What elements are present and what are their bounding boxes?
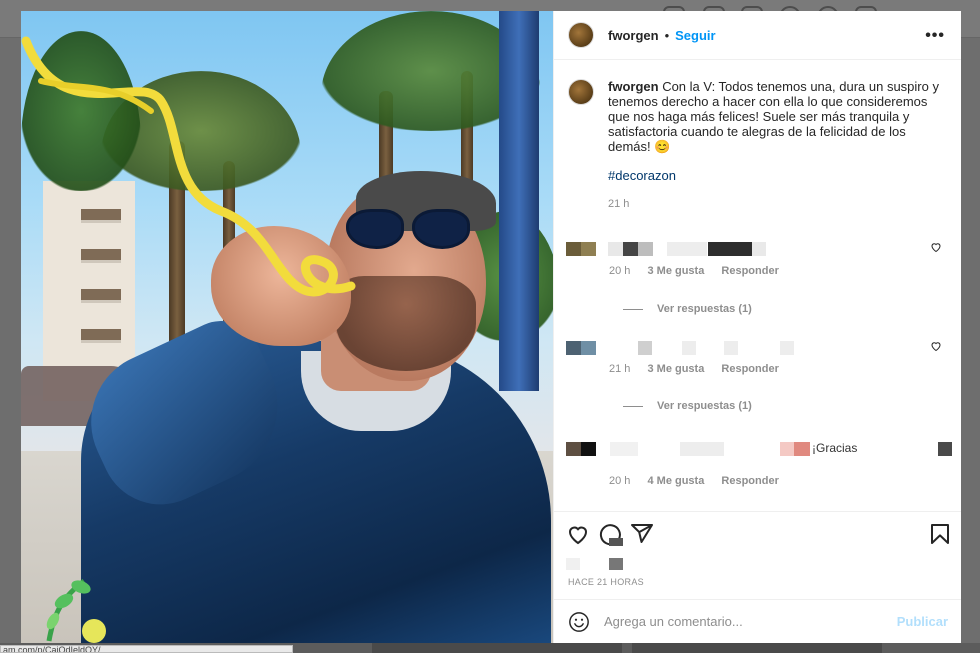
background-tile <box>372 643 622 653</box>
reply-button[interactable]: Responder <box>721 475 778 487</box>
view-replies-button[interactable]: Ver respuestas (1) <box>623 303 752 315</box>
status-bar-url: am.com/p/CajOdIeldOY/ <box>0 645 293 653</box>
comment-likes[interactable]: 3 Me gusta <box>647 363 704 375</box>
emoji-icon[interactable] <box>568 611 590 633</box>
caption-hashtag[interactable]: #decorazon <box>608 168 948 183</box>
publish-button[interactable]: Publicar <box>897 614 948 629</box>
more-icon[interactable]: ••• <box>925 27 945 45</box>
caption-avatar[interactable] <box>568 79 594 105</box>
comment-time: 20 h <box>609 475 631 487</box>
comment-time: 20 h <box>609 265 631 277</box>
comment-avatar[interactable] <box>566 242 596 256</box>
posted-time: HACE 21 HORAS <box>568 577 644 587</box>
avatar[interactable] <box>568 22 594 48</box>
comment-avatar[interactable] <box>566 341 596 355</box>
post-modal: fworgen • Seguir ••• fworgen Con la V: T… <box>21 11 961 643</box>
background-tile <box>632 643 882 653</box>
caption-username[interactable]: fworgen <box>608 79 659 94</box>
blurred-like-avatar <box>609 558 623 570</box>
like-heart-icon[interactable] <box>930 340 942 352</box>
post-caption: fworgen Con la V: Todos tenemos una, dur… <box>568 79 948 212</box>
comment-time: 21 h <box>609 363 631 375</box>
like-heart-icon[interactable] <box>930 241 942 253</box>
comment-avatar[interactable] <box>566 442 596 456</box>
post-actions: HACE 21 HORAS <box>554 511 961 599</box>
heart-icon[interactable] <box>566 522 590 546</box>
comments-list[interactable]: fworgen Con la V: Todos tenemos una, dur… <box>554 61 961 511</box>
blurred-like-avatar <box>609 538 623 546</box>
comment-likes[interactable]: 3 Me gusta <box>647 265 704 277</box>
blurred-like-avatar <box>566 558 580 570</box>
follow-button[interactable]: Seguir <box>675 28 715 43</box>
comment-input[interactable] <box>604 614 894 629</box>
comment-likes[interactable]: 4 Me gusta <box>647 475 704 487</box>
caption-time: 21 h <box>608 198 630 210</box>
view-replies-button[interactable]: Ver respuestas (1) <box>623 400 752 412</box>
reply-button[interactable]: Responder <box>721 363 778 375</box>
separator-dot: • <box>664 27 670 43</box>
post-photo[interactable] <box>21 11 553 643</box>
reply-button[interactable]: Responder <box>721 265 778 277</box>
share-icon[interactable] <box>630 522 654 546</box>
post-header: fworgen • Seguir ••• <box>554 11 961 60</box>
post-details-panel: fworgen • Seguir ••• fworgen Con la V: T… <box>553 11 961 643</box>
photo-party-streamer <box>21 36 356 297</box>
post-username[interactable]: fworgen <box>608 28 659 43</box>
comment-text-fragment: ¡Gracias <box>812 441 858 455</box>
photo-leaf-sticker <box>46 579 106 643</box>
bookmark-icon[interactable] <box>928 522 952 546</box>
add-comment-bar: Publicar <box>554 599 961 643</box>
